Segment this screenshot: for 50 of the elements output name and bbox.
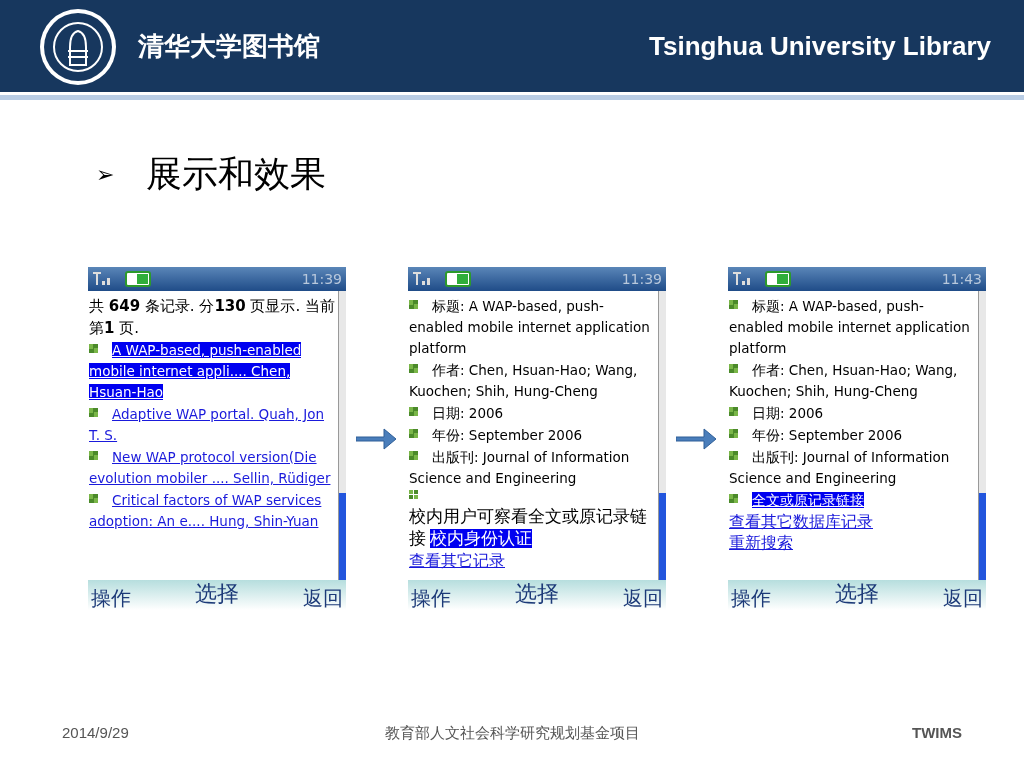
result-link[interactable]: Critical factors of WAP services adoption: An e.... Hung, Shin-Yuan xyxy=(89,490,336,532)
result-link[interactable]: Adaptive WAP portal. Quah, Jon T. S. xyxy=(89,404,336,446)
university-logo-icon xyxy=(38,7,116,85)
field-text: 作者: Chen, Hsuan-Hao; Wang, Kuochen; Shih, Hung-Cheng xyxy=(729,360,976,402)
right-softkey[interactable]: 返回 xyxy=(623,586,663,610)
signal-icon xyxy=(92,272,111,286)
bullet-mark: ➢ xyxy=(96,160,115,189)
center-softkey[interactable]: 选择 xyxy=(195,582,239,606)
slide-heading: 展示和效果 xyxy=(146,152,326,196)
result-link[interactable]: 全文或原记录链接 xyxy=(729,490,976,511)
left-softkey[interactable]: 操作 xyxy=(91,586,131,610)
scrollbar[interactable] xyxy=(978,291,986,580)
left-softkey[interactable]: 操作 xyxy=(411,586,451,610)
field-text: 日期: 2006 xyxy=(729,403,976,424)
field-text: 年份: September 2006 xyxy=(409,425,656,446)
slide-footer-text: 教育部人文社会科学研究规划基金项目 xyxy=(383,722,641,743)
field-text: 出版刊: Journal of Information Science and Engineering xyxy=(729,447,976,489)
library-name-english: Tsinghua University Library xyxy=(649,29,991,63)
library-name: 清华大学图书馆 xyxy=(138,29,320,63)
clock-time: 11:43 xyxy=(941,269,982,289)
bullet-icon xyxy=(409,490,418,499)
field-text: 年份: September 2006 xyxy=(729,425,976,446)
scrollbar[interactable] xyxy=(658,291,666,580)
login-link[interactable]: 校内身份认证 xyxy=(430,529,532,548)
result-summary: 共 649 条记录. 分130 页显示. 当前第1 页. xyxy=(89,296,336,339)
field-text: 作者: Chen, Hsuan-Hao; Wang, Kuochen; Shih, Hung-Cheng xyxy=(409,360,656,402)
scrollbar[interactable] xyxy=(338,291,346,580)
clock-time: 11:39 xyxy=(621,269,662,289)
center-softkey[interactable]: 选择 xyxy=(835,582,879,606)
footer-label: TWIMS xyxy=(911,722,962,743)
result-link[interactable]: New WAP protocol version(Die evolution mobiler .... Sellin, Rüdiger xyxy=(89,447,336,489)
nav-link[interactable]: 查看其它记录 xyxy=(409,551,505,570)
signal-icon xyxy=(732,272,751,286)
nav-link[interactable]: 重新搜索 xyxy=(729,533,793,552)
right-softkey[interactable]: 返回 xyxy=(303,586,343,610)
notice-text: 校内用户可察看全文或原记录链接 校内身份认证 xyxy=(409,506,648,550)
field-text: 标题: A WAP-based, push-enabled mobile internet application platform xyxy=(409,296,656,359)
center-softkey[interactable]: 选择 xyxy=(515,582,559,606)
nav-link[interactable]: 查看其它数据库记录 xyxy=(729,512,873,531)
field-text: 出版刊: Journal of Information Science and Engineering xyxy=(409,447,656,489)
left-softkey[interactable]: 操作 xyxy=(731,586,771,610)
clock-time: 11:39 xyxy=(301,269,342,289)
field-text: 日期: 2006 xyxy=(409,403,656,424)
battery-icon xyxy=(765,271,792,287)
battery-icon xyxy=(445,271,472,287)
field-text: 标题: A WAP-based, push-enabled mobile internet application platform xyxy=(729,296,976,359)
battery-icon xyxy=(125,271,152,287)
slide-date: 2014/9/29 xyxy=(62,722,130,743)
right-softkey[interactable]: 返回 xyxy=(943,586,983,610)
signal-icon xyxy=(412,272,431,286)
